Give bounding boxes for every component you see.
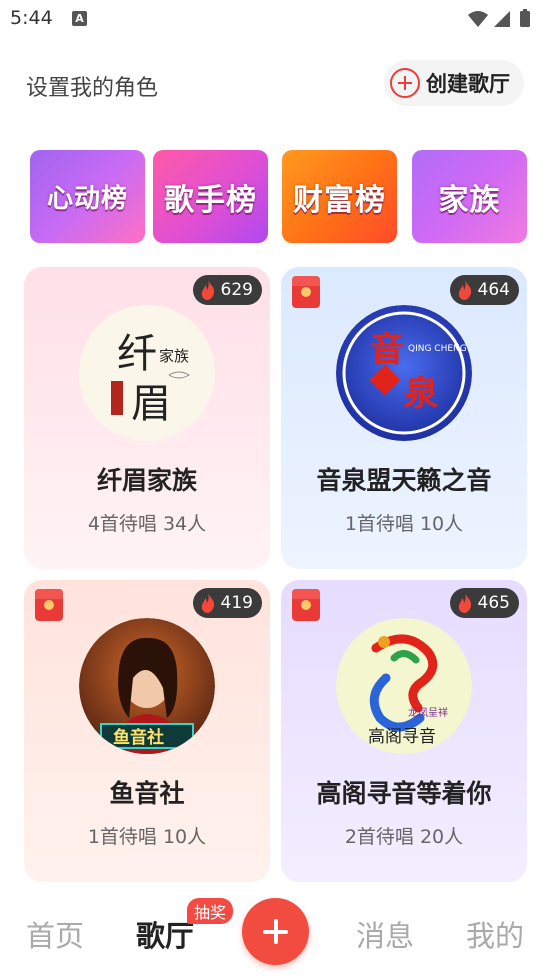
heat-badge: 629 (192, 275, 262, 305)
heat-count: 419 (220, 593, 253, 613)
room-avatar: 龙凤呈祥 高阁寻音 (336, 618, 472, 754)
room-card[interactable]: 465 龙凤呈祥 高阁寻音 高阁寻音等着你 2首待唱 20人 (281, 580, 527, 882)
nav-messages[interactable]: 消息 (356, 913, 414, 955)
svg-text:高阁寻音: 高阁寻音 (368, 727, 436, 747)
plus-circle-icon (390, 68, 420, 98)
svg-text:家族: 家族 (159, 347, 189, 365)
room-avatar: 鱼音社 (79, 618, 215, 754)
banner-singer-ranking[interactable]: 歌手榜 (153, 150, 268, 243)
fire-icon (458, 593, 471, 613)
fire-icon (201, 593, 214, 613)
banner-label: 家族 (438, 182, 501, 218)
room-meta: 4首待唱 34人 (87, 513, 207, 535)
heat-badge: 419 (192, 588, 262, 618)
room-meta: 2首待唱 20人 (344, 826, 464, 848)
nav-me[interactable]: 我的 (466, 913, 524, 955)
room-name: 纤眉家族 (96, 466, 197, 495)
room-avatar: 音 泉 QING CHENG (336, 305, 472, 441)
heat-badge: 464 (449, 275, 519, 305)
fire-icon (458, 280, 471, 300)
room-card[interactable]: 629 纤 家族 眉 纤眉家族 4首待唱 34人 (24, 267, 270, 569)
heat-count: 629 (220, 280, 253, 300)
fire-icon (201, 280, 214, 300)
heat-count: 465 (477, 593, 510, 613)
banner-family[interactable]: 家族 (412, 150, 527, 243)
banner-label: 心动榜 (46, 184, 128, 214)
red-packet-icon (292, 589, 320, 621)
room-meta: 1首待唱 10人 (344, 513, 464, 535)
nav-room[interactable]: 歌厅 (136, 913, 194, 955)
heat-badge: 465 (449, 588, 519, 618)
svg-text:眉: 眉 (131, 381, 171, 427)
add-button[interactable] (242, 898, 309, 965)
status-icons (466, 9, 536, 33)
svg-text:纤: 纤 (117, 331, 157, 377)
ranking-banners: 心动榜 歌手榜 财富榜 家族 (30, 150, 550, 244)
header-row: 设置我的角色 创建歌厅 (0, 60, 550, 106)
svg-text:QING CHENG: QING CHENG (408, 344, 467, 354)
room-card[interactable]: 419 鱼音社 鱼音社 1首待唱 10人 (24, 580, 270, 882)
room-avatar: 纤 家族 眉 (79, 305, 215, 441)
svg-text:音: 音 (370, 330, 404, 370)
wifi-signal-battery-icon (468, 9, 530, 27)
heat-count: 464 (477, 280, 510, 300)
create-room-label: 创建歌厅 (426, 72, 510, 96)
bottom-nav: 首页 歌厅 抽奖 消息 我的 (0, 885, 550, 979)
lottery-badge[interactable]: 抽奖 (187, 898, 234, 924)
svg-text:泉: 泉 (404, 374, 438, 414)
set-role-link[interactable]: 设置我的角色 (26, 70, 158, 102)
room-name: 音泉盟天籁之音 (316, 466, 492, 495)
svg-text:鱼音社: 鱼音社 (113, 727, 164, 748)
red-packet-icon (292, 276, 320, 308)
svg-text:龙凤呈祥: 龙凤呈祥 (408, 706, 448, 719)
banner-heartbeat-ranking[interactable]: 心动榜 (30, 150, 145, 243)
create-room-button[interactable]: 创建歌厅 (384, 60, 524, 106)
room-meta: 1首待唱 10人 (87, 826, 207, 848)
room-name: 鱼音社 (109, 779, 185, 808)
red-packet-icon (35, 589, 63, 621)
room-card[interactable]: 464 音 泉 QING CHENG 音泉盟天籁之音 1首待唱 10人 (281, 267, 527, 569)
banner-wealth-ranking[interactable]: 财富榜 (282, 150, 397, 243)
banner-label: 财富榜 (293, 182, 386, 218)
status-time: 5:44 (10, 7, 53, 29)
status-bar: 5:44 A (0, 0, 550, 38)
nav-home[interactable]: 首页 (26, 913, 84, 955)
banner-label: 歌手榜 (164, 182, 257, 218)
room-name: 高阁寻音等着你 (316, 779, 492, 808)
notification-icon: A (72, 11, 87, 26)
